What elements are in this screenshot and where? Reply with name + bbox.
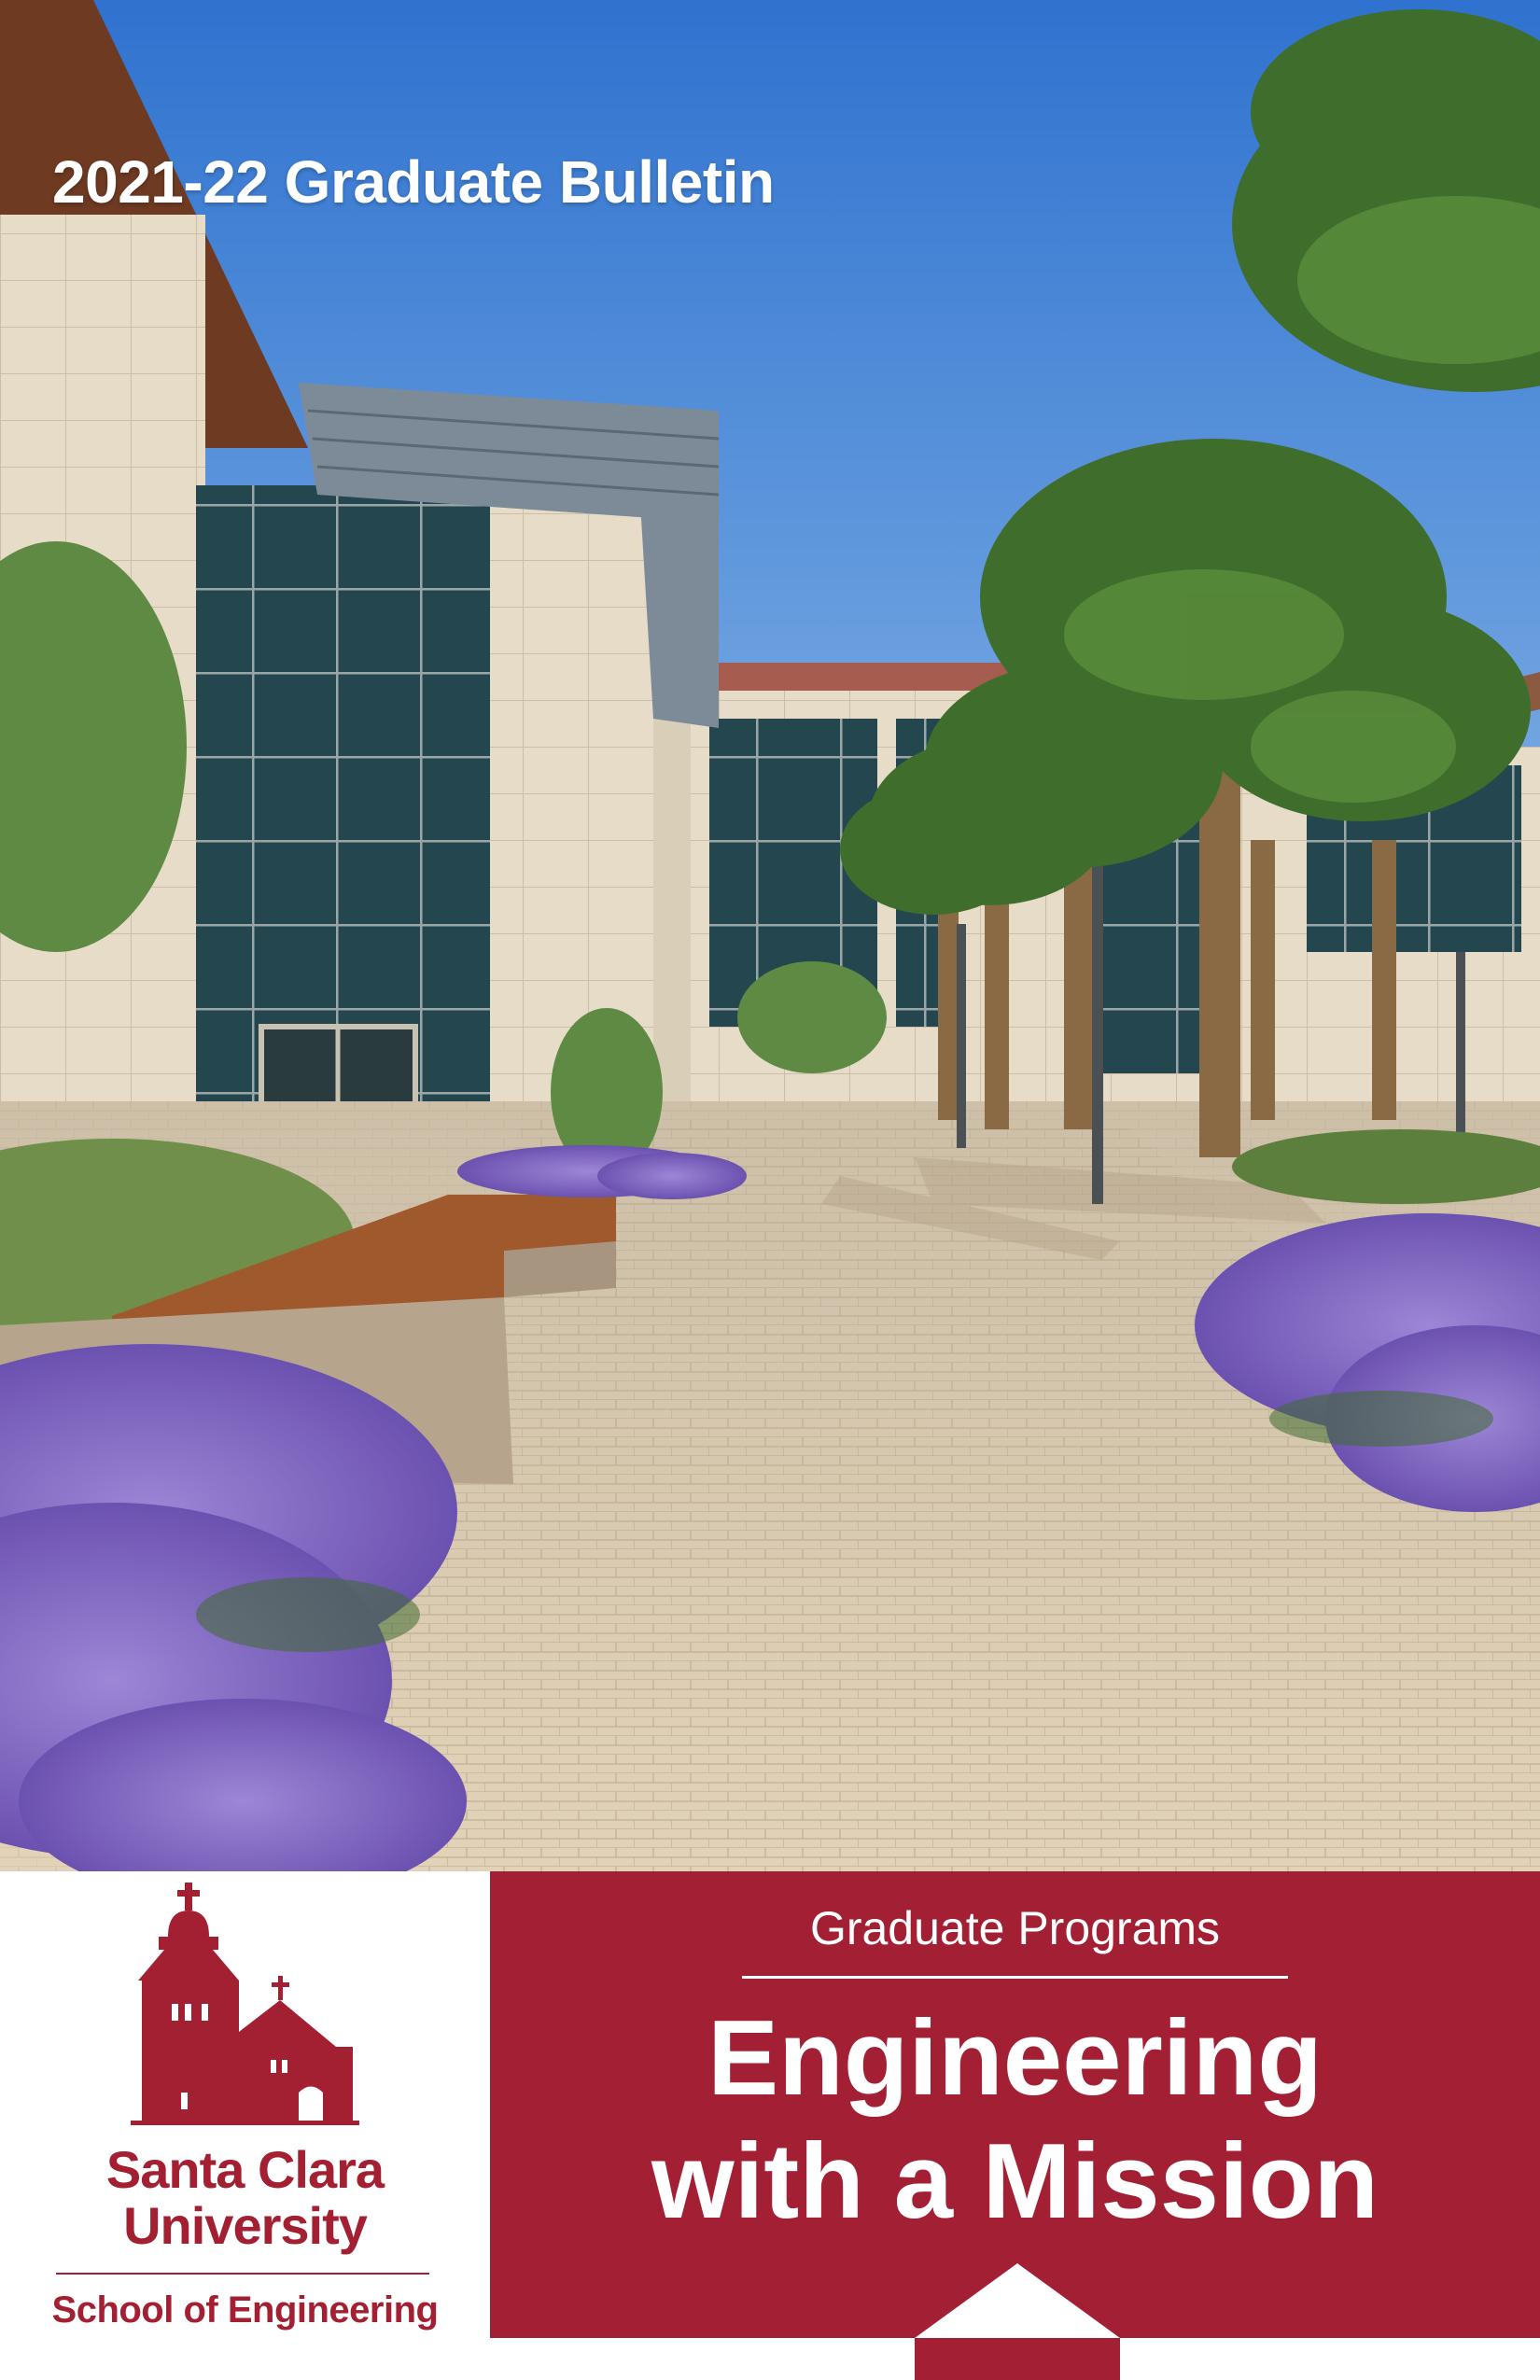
logo-divider xyxy=(56,2273,429,2275)
banner-headline: Engineering with a Mission xyxy=(490,1997,1540,2244)
university-name-line1: Santa Clara xyxy=(105,2140,385,2199)
headline-line1: Engineering xyxy=(707,1999,1323,2118)
logo-panel: Santa Clara University School of Enginee… xyxy=(0,1871,490,2380)
banner-notch xyxy=(915,2263,1120,2380)
mission-church-icon xyxy=(131,1883,359,2125)
bulletin-title: 2021-22 Graduate Bulletin xyxy=(52,148,775,216)
university-name-line2: University xyxy=(123,2196,368,2255)
banner-divider xyxy=(742,1976,1288,1979)
school-name: School of Engineering xyxy=(51,2289,439,2331)
cover-photo xyxy=(0,0,1540,1871)
university-name: Santa Clara University xyxy=(0,2142,490,2254)
headline-line2: with a Mission xyxy=(651,2122,1379,2241)
programs-label: Graduate Programs xyxy=(809,1902,1221,1954)
